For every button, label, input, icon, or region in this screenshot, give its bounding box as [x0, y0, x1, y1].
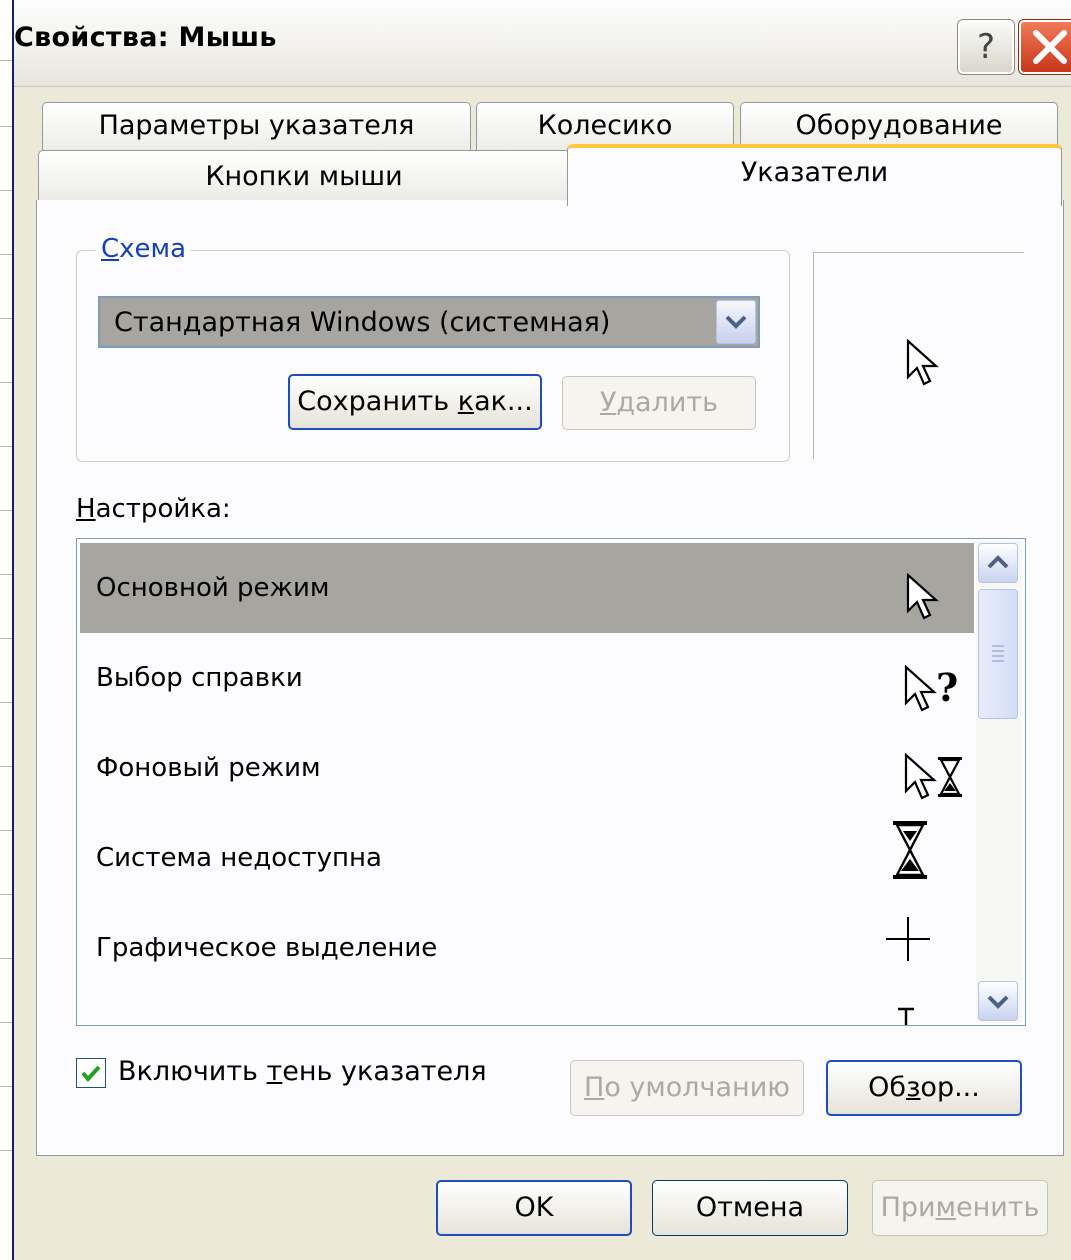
checkmark-icon — [81, 1065, 101, 1083]
customize-label: Настройка: — [76, 494, 231, 524]
close-icon — [1033, 30, 1067, 64]
list-item-label: Фоновый режим — [96, 753, 321, 783]
dropdown-arrow-button[interactable] — [716, 300, 756, 344]
scheme-group — [76, 250, 790, 462]
help-select-cursor-icon: ? — [904, 665, 958, 712]
list-item-label: Система недоступна — [96, 843, 382, 873]
browse-button[interactable]: Обзор... — [826, 1060, 1022, 1116]
cursor-preview — [813, 252, 1024, 459]
delete-button[interactable]: Удалить — [562, 376, 756, 430]
pointer-shadow-checkbox[interactable] — [76, 1058, 106, 1088]
tab-pointers[interactable]: Указатели — [567, 144, 1062, 206]
cursor-list[interactable]: Основной режим Выбор справки ? Фоновый р… — [76, 538, 1026, 1026]
scroll-up-button[interactable] — [978, 543, 1018, 583]
scheme-dropdown-value: Стандартная Windows (системная) — [114, 307, 611, 338]
list-item[interactable]: Система недоступна — [80, 813, 974, 903]
cancel-button[interactable]: Отмена — [652, 1180, 848, 1236]
svg-text:?: ? — [936, 665, 958, 710]
chevron-up-icon — [987, 555, 1009, 569]
help-button[interactable]: ? — [958, 20, 1014, 74]
list-item[interactable] — [80, 993, 974, 1025]
scheme-group-label: Схема — [96, 234, 192, 264]
grip-icon — [992, 645, 1004, 662]
list-item-label: Основной режим — [96, 573, 330, 603]
precision-select-cursor-icon — [886, 917, 930, 961]
list-item-label: Графическое выделение — [96, 933, 438, 963]
list-item[interactable]: Выбор справки ? — [80, 633, 974, 723]
arrow-cursor-icon — [906, 573, 939, 620]
list-item-label: Выбор справки — [96, 663, 303, 693]
apply-button[interactable]: Применить — [872, 1180, 1048, 1236]
chevron-down-icon — [987, 995, 1009, 1009]
list-item[interactable]: Графическое выделение — [80, 903, 974, 993]
pointer-shadow-label[interactable]: Включить тень указателя — [118, 1056, 487, 1087]
list-item[interactable]: Основной режим — [80, 543, 974, 633]
scroll-down-button[interactable] — [978, 981, 1018, 1021]
chevron-down-icon — [725, 315, 747, 329]
busy-hourglass-cursor-icon — [893, 821, 927, 879]
arrow-cursor-icon — [906, 339, 939, 386]
working-in-background-cursor-icon — [904, 753, 962, 800]
title-bar[interactable]: Свойства: Мышь ? — [14, 0, 1071, 87]
list-scrollbar[interactable] — [976, 541, 1022, 1023]
tab-buttons[interactable]: Кнопки мыши — [38, 150, 570, 201]
use-default-button[interactable]: По умолчанию — [570, 1060, 804, 1116]
window-title: Свойства: Мышь — [14, 22, 277, 53]
background-window-strip — [0, 0, 12, 1260]
close-button[interactable] — [1019, 20, 1071, 74]
tab-pointer-options[interactable]: Параметры указателя — [42, 102, 471, 153]
mouse-properties-dialog: Свойства: Мышь ? Параметры указателя Кол… — [12, 0, 1071, 1260]
list-item[interactable]: Фоновый режим — [80, 723, 974, 813]
scheme-dropdown[interactable]: Стандартная Windows (системная) — [98, 296, 760, 348]
ok-button[interactable]: OK — [436, 1180, 632, 1236]
text-select-cursor-icon — [898, 1007, 914, 1025]
save-as-button[interactable]: Сохранить как... — [288, 374, 542, 430]
scroll-thumb[interactable] — [978, 589, 1018, 719]
